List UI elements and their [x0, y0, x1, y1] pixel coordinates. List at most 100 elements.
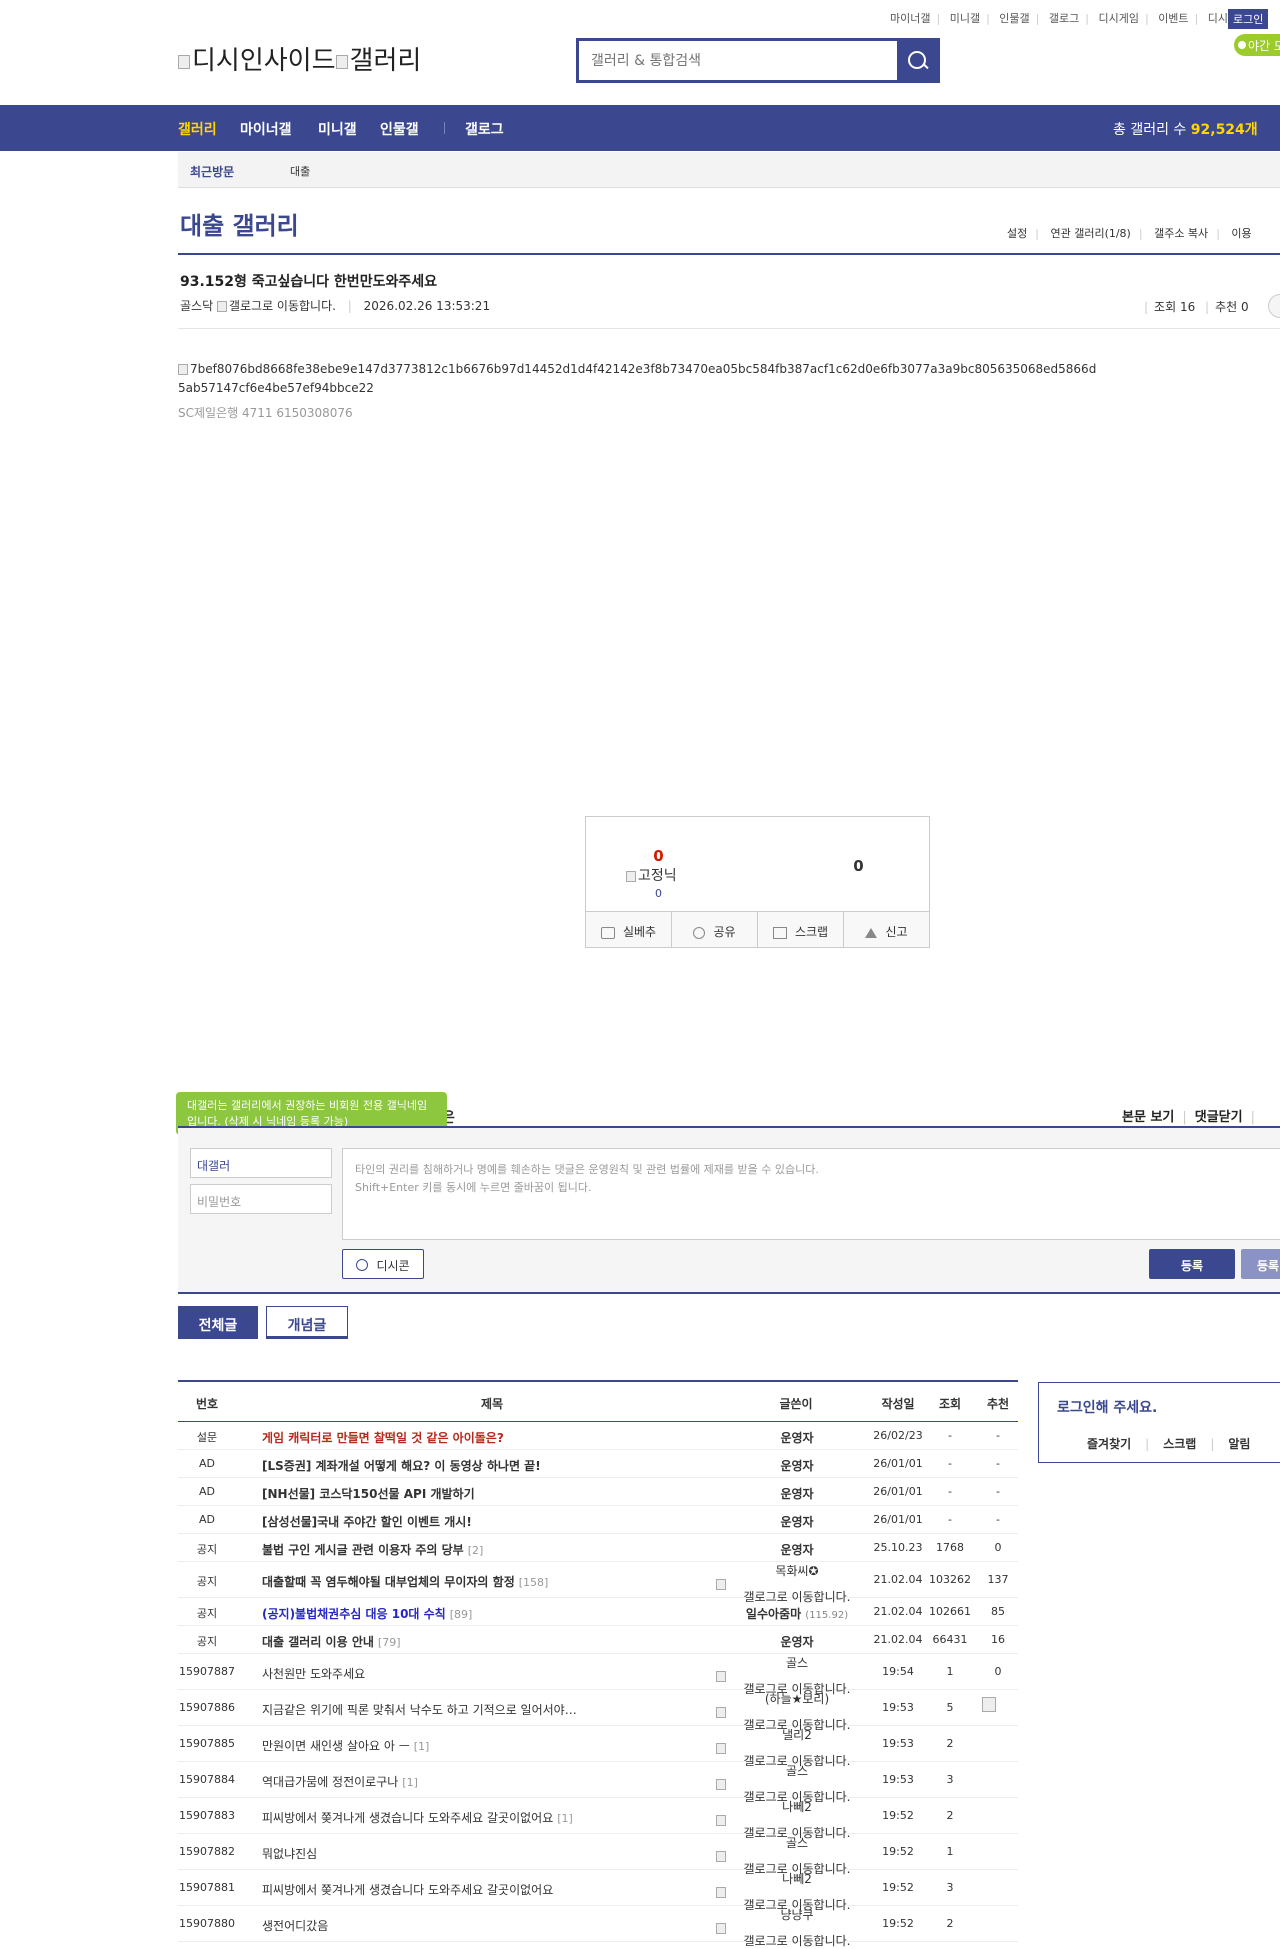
table-row[interactable]: 공지 대출할때 꼭 염두해야될 대부업체의 무이자의 함정 [158] 목화씨✪ 갤로그…: [178, 1562, 1018, 1604]
nav-gallery[interactable]: 갤러리: [178, 119, 217, 139]
row-writer[interactable]: 운영자: [716, 1429, 878, 1446]
row-title[interactable]: 대출할때 꼭 염두해야될 대부업체의 무이자의 함정 [158]: [262, 1573, 722, 1590]
login-button[interactable]: 로그인: [1228, 9, 1269, 29]
row-writer[interactable]: 운영자: [716, 1457, 878, 1474]
row-writer[interactable]: 운영자: [716, 1485, 878, 1502]
comment-tools: 본문 보기 | 댓글닫기 |: [1122, 1110, 1255, 1125]
tab-concept-posts[interactable]: 개념글: [266, 1306, 348, 1339]
nickname-field[interactable]: 대갤러: [190, 1148, 332, 1178]
table-row[interactable]: 15907887 사천원만 도와주세요 골스 갤로그로 이동합니다. 19:54 1 0: [178, 1654, 1018, 1696]
close-comments-link[interactable]: 댓글닫기: [1195, 1110, 1243, 1125]
scrap-link[interactable]: 스크랩: [1163, 1437, 1196, 1451]
row-writer[interactable]: 운영자: [716, 1541, 878, 1558]
table-row[interactable]: 공지 (공지)불법채권추심 대응 10대 수칙 [89] 일수아줌마 (115.92)…: [178, 1598, 1018, 1626]
tab-all-posts[interactable]: 전체글: [178, 1306, 258, 1339]
row-title[interactable]: [LS증권] 계좌개설 어떻게 해요? 이 동영상 하나면 끝!: [262, 1457, 722, 1474]
table-row[interactable]: 공지 대출 갤러리 이용 안내 [79] 운영자 21.02.04 66431 16: [178, 1626, 1018, 1654]
register-button[interactable]: 등록: [1149, 1249, 1235, 1279]
util-link-gallog[interactable]: 갤로그: [1049, 10, 1079, 26]
dccon-button[interactable]: 디시콘: [342, 1249, 424, 1279]
best-recommend-button[interactable]: 실베추: [586, 912, 672, 947]
row-writer[interactable]: 일수아줌마 (115.92): [716, 1605, 878, 1622]
util-link-person[interactable]: 인물갤: [999, 10, 1029, 26]
util-link-minor[interactable]: 마이너갤: [890, 10, 930, 26]
row-title[interactable]: 역대급가뭄에 정전이로구나 [1]: [262, 1773, 722, 1790]
fixed-nick-recommend[interactable]: 고정닉: [626, 865, 677, 885]
nav-gallog[interactable]: 갤로그: [465, 119, 504, 139]
search-icon[interactable]: [897, 41, 937, 80]
row-title[interactable]: 뭐없냐진심: [262, 1845, 722, 1862]
usage-link[interactable]: 이용: [1231, 227, 1251, 240]
login-prompt[interactable]: 로그인해 주세요.: [1057, 1397, 1157, 1417]
table-row[interactable]: 15907880 생전어디갔음 냥냥쿠 갤로그로 이동합니다. 19:52 2: [178, 1906, 1018, 1948]
row-title[interactable]: [NH선물] 코스닥150선물 API 개발하기: [262, 1485, 722, 1502]
table-row[interactable]: 설문 게임 캐릭터로 만들면 찰떡일 것 같은 아이돌은? 운영자 26/02/23-…: [178, 1422, 1018, 1450]
row-writer[interactable]: 냥냥쿠 갤로그로 이동합니다.: [716, 1908, 878, 1949]
post-author[interactable]: 골스닥: [180, 299, 213, 313]
divider: [178, 328, 1280, 329]
related-gallery-link[interactable]: 연관 갤러리(1/8): [1050, 227, 1130, 240]
recent-visit-item[interactable]: 대출: [290, 163, 310, 179]
row-title[interactable]: 게임 캐릭터로 만들면 찰떡일 것 같은 아이돌은?: [262, 1429, 722, 1446]
row-title[interactable]: 지금같은 위기에 픽론 맞춰서 낙수도 하고 기적으로 일어서야…: [262, 1701, 722, 1718]
search-input[interactable]: [579, 41, 897, 80]
row-title[interactable]: [삼성선물]국내 주야간 할인 이벤트 개시!: [262, 1513, 722, 1530]
row-title[interactable]: 사천원만 도와주세요: [262, 1665, 722, 1682]
table-row[interactable]: 공지 불법 구인 게시글 관련 이용자 주의 당부 [2] 운영자 25.10.23 17…: [178, 1534, 1018, 1562]
favorites-link[interactable]: 즐겨찾기: [1087, 1437, 1131, 1451]
report-button[interactable]: 신고: [844, 912, 929, 947]
row-views: 2: [946, 1737, 954, 1750]
notification-link[interactable]: 알림: [1228, 1437, 1250, 1451]
comment-count-button[interactable]: [1268, 294, 1280, 318]
register-recommend-button[interactable]: 등록+추천: [1241, 1249, 1280, 1279]
gallog-alt-text: 갤로그로 이동합니다.: [228, 299, 336, 313]
row-title[interactable]: 대출 갤러리 이용 안내 [79]: [262, 1633, 722, 1650]
util-link-event[interactable]: 이벤트: [1158, 10, 1188, 26]
scrap-button[interactable]: 스크랩: [758, 912, 844, 947]
recommend-down-count[interactable]: 0: [786, 857, 931, 875]
table-row[interactable]: AD [NH선물] 코스닥150선물 API 개발하기 운영자 26/01/01- -: [178, 1478, 1018, 1506]
row-writer[interactable]: 운영자: [716, 1633, 878, 1650]
share-button[interactable]: 공유: [672, 912, 758, 947]
gallog-icon[interactable]: [716, 1707, 726, 1718]
row-title[interactable]: 만원이면 새인생 살아요 아 ㅡ [1]: [262, 1737, 722, 1754]
gallog-icon[interactable]: [716, 1779, 726, 1790]
util-link-game[interactable]: 디시게임: [1098, 10, 1138, 26]
row-title[interactable]: 피씨방에서 쫒겨나게 생겼습니다 도와주세요 갈곳이없어요: [262, 1881, 722, 1898]
site-logo[interactable]: 디시인사이드 갤러리: [178, 40, 421, 77]
comment-textarea[interactable]: 타인의 권리를 침해하거나 명예를 훼손하는 댓글은 운영원칙 및 관련 법률에…: [342, 1148, 1280, 1240]
nav-minor[interactable]: 마이너갤: [240, 119, 292, 139]
table-row[interactable]: 15907886 지금같은 위기에 픽론 맞춰서 낙수도 하고 기적으로 일어서야…: [178, 1690, 1018, 1732]
gallog-icon[interactable]: [716, 1579, 726, 1590]
view-body-link[interactable]: 본문 보기: [1122, 1110, 1174, 1125]
gallog-icon[interactable]: [716, 1671, 726, 1682]
gallery-settings-link[interactable]: 설정: [1007, 227, 1027, 240]
recent-visit-label[interactable]: 최근방문: [190, 163, 234, 180]
table-row[interactable]: 15907881 피씨방에서 쫒겨나게 생겼습니다 도와주세요 갈곳이없어요 나뻬2…: [178, 1870, 1018, 1912]
table-row[interactable]: AD [삼성선물]국내 주야간 할인 이벤트 개시! 운영자 26/01/01- -: [178, 1506, 1018, 1534]
night-mode-toggle[interactable]: 야간 모드: [1234, 34, 1280, 56]
table-row[interactable]: 15907882 뭐없냐진심 골스 갤로그로 이동합니다. 19:52 1: [178, 1834, 1018, 1876]
gallog-icon[interactable]: [716, 1887, 726, 1898]
nav-person[interactable]: 인물갤: [380, 119, 419, 139]
password-field[interactable]: 비밀번호: [190, 1184, 332, 1214]
table-row[interactable]: AD [LS증권] 계좌개설 어떻게 해요? 이 동영상 하나면 끝! 운영자 26/…: [178, 1450, 1018, 1478]
table-row[interactable]: 15907884 역대급가뭄에 정전이로구나 [1] 골스 갤로그로 이동합니다. 19:…: [178, 1762, 1018, 1804]
row-title[interactable]: 피씨방에서 쫒겨나게 생겼습니다 도와주세요 갈곳이없어요 [1]: [262, 1809, 722, 1826]
row-title[interactable]: 불법 구인 게시글 관련 이용자 주의 당부 [2]: [262, 1541, 722, 1558]
copy-address-link[interactable]: 갤주소 복사: [1154, 227, 1208, 240]
row-writer[interactable]: 운영자: [716, 1513, 878, 1530]
util-link-mini[interactable]: 미니갤: [950, 10, 980, 26]
nav-mini[interactable]: 미니갤: [318, 119, 357, 139]
row-title[interactable]: (공지)불법채권추심 대응 10대 수칙 [89]: [262, 1605, 722, 1622]
gallery-title[interactable]: 대출 갤러리: [180, 206, 299, 241]
gallog-icon[interactable]: [716, 1923, 726, 1934]
recommend-box: 0 고정닉 0 0 실베추 공유 스크랩 신고: [585, 816, 930, 948]
table-row[interactable]: 15907885 만원이면 새인생 살아요 아 ㅡ [1] 낼리2 갤로그로 이동합니다…: [178, 1726, 1018, 1768]
table-row[interactable]: 15907883 피씨방에서 쫒겨나게 생겼습니다 도와주세요 갈곳이없어요 [1]…: [178, 1798, 1018, 1840]
gallog-icon[interactable]: [716, 1815, 726, 1826]
gallog-icon[interactable]: [716, 1851, 726, 1862]
gallog-icon[interactable]: [716, 1743, 726, 1754]
gallog-icon[interactable]: [216, 301, 227, 312]
row-title[interactable]: 생전어디갔음: [262, 1917, 722, 1934]
